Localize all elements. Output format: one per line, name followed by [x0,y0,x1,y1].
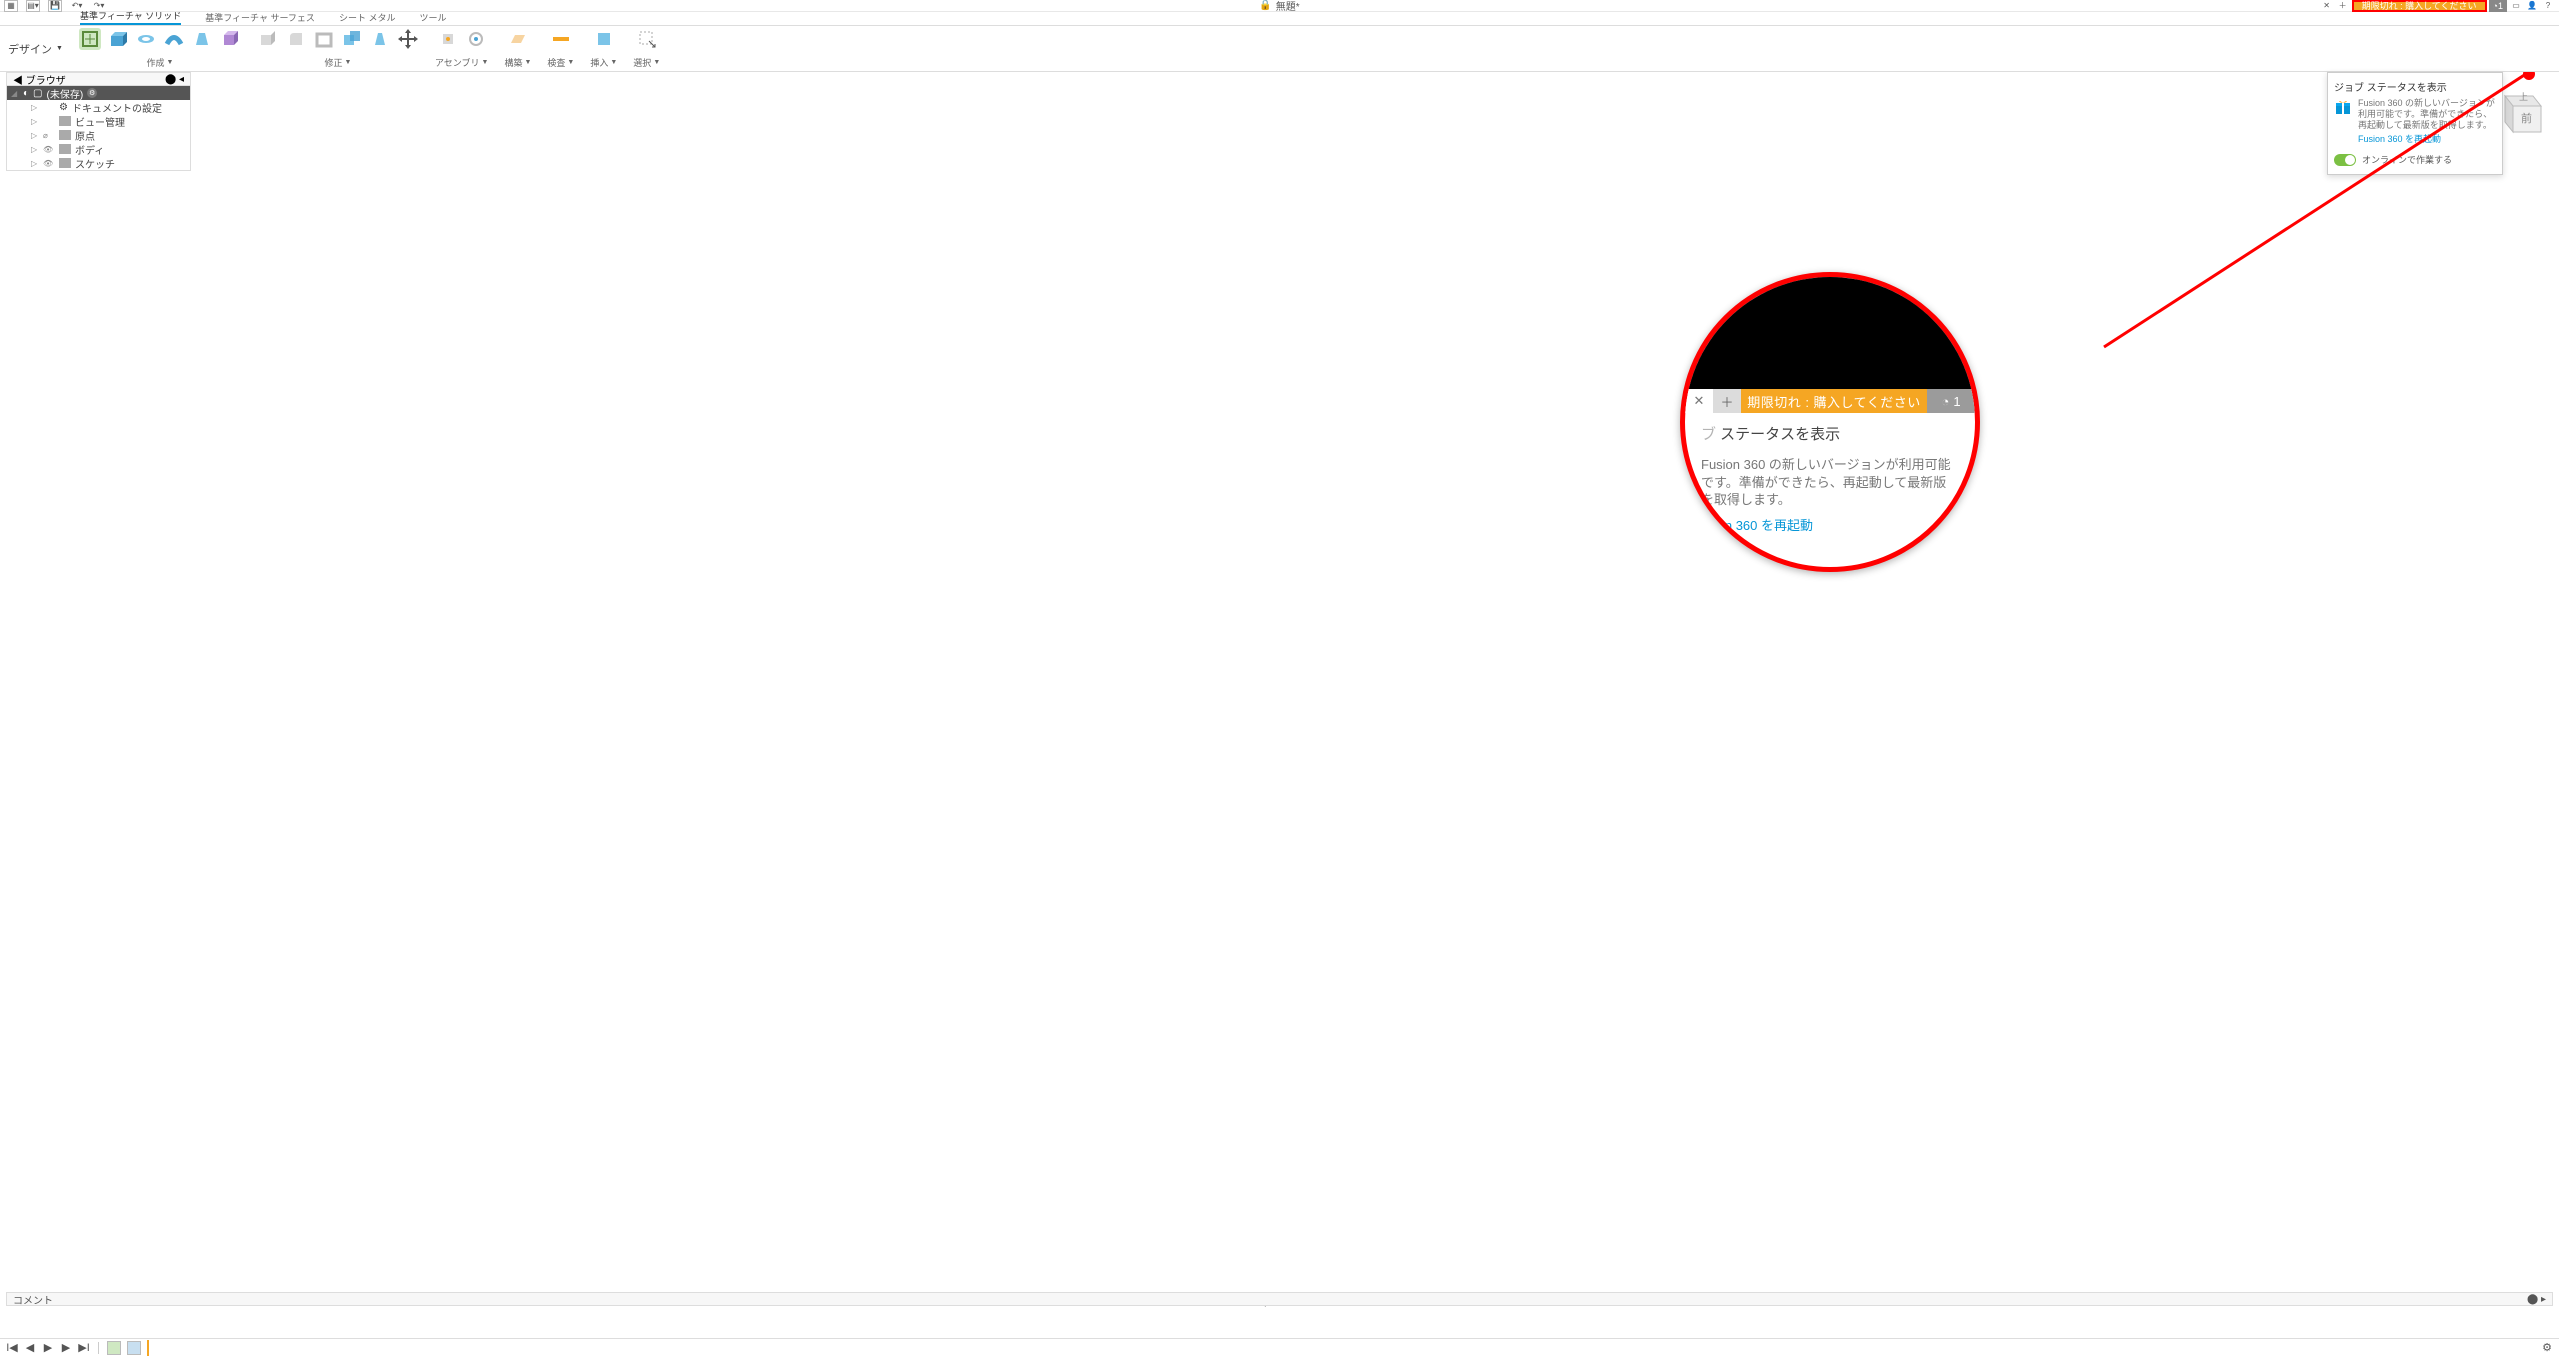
plane-icon[interactable] [507,28,529,50]
tree-bodies[interactable]: ▷👁ボディ [7,142,190,156]
sweep-icon[interactable] [163,28,185,50]
magnifier: ✕ ＋ 期限切れ : 購入してください ◔ 1 ブ ステータスを表示 Fusio… [1680,272,1980,572]
group-modify-label: 修正 [324,56,342,69]
lock-icon: 🔒 [1259,0,1271,11]
cube-body [1100,560,1330,799]
main-area: ◀ ブラウザ ⬤ ◂ ◢◐▢ (未保存) ⚙ ▷⚙ドキュメントの設定 ▷ビュー管… [0,72,2559,1338]
document-title-text: 無題* [1276,0,1300,13]
mag-restart-link[interactable]: usion 360 を再起動 [1701,509,1959,534]
viewcube-front: 前 [2521,111,2532,125]
job-status-panel: ジョブ ステータスを表示 Fusion 360 の新しいバージョンが利用可能です… [2327,72,2503,175]
mag-expired-badge[interactable]: 期限切れ : 購入してください [1741,389,1927,413]
tree-root[interactable]: ◢◐▢ (未保存) ⚙ [7,86,190,100]
comments-expand-icon[interactable]: ⬤ ▸ [2527,1294,2546,1305]
browser-panel: ◀ ブラウザ ⬤ ◂ ◢◐▢ (未保存) ⚙ ▷⚙ドキュメントの設定 ▷ビュー管… [6,72,191,171]
tab-solid[interactable]: 基準フィーチャ ソリッド [80,9,181,25]
group-select: 選択▼ [625,26,668,71]
comments-bar[interactable]: コメント ⬤ ▸ [6,1292,2553,1306]
timeline-back-icon[interactable]: ◀ [24,1341,36,1354]
file-menu-icon[interactable]: ▤▾ [26,0,40,12]
magnifier-dark [1685,277,1975,389]
tab-surface[interactable]: 基準フィーチャ サーフェス [205,11,315,25]
extrude-icon[interactable] [107,28,129,50]
tab-tools[interactable]: ツール [419,11,446,25]
tree-origin[interactable]: ▷⌀原点 [7,128,190,142]
group-construct: 構築▼ [496,26,539,71]
presspull-icon[interactable] [257,28,279,50]
browser-header[interactable]: ◀ ブラウザ ⬤ ◂ [6,72,191,86]
mag-body-text: Fusion 360 の新しいバージョンが利用可能です。準備ができたら、再起動し… [1701,444,1959,509]
tree-sketches[interactable]: ▷👁スケッチ [7,156,190,170]
group-inspect: 検査▼ [539,26,582,71]
workspace-switcher[interactable]: デザイン▼ [0,26,71,71]
select-icon[interactable] [636,28,658,50]
document-title: 🔒 無題* [1259,0,1299,13]
job-status-body: Fusion 360 の新しいバージョンが利用可能です。準備ができたら、再起動し… [2358,98,2496,130]
app-menu-icon[interactable]: ▦ [4,0,18,12]
save-icon[interactable]: 💾 [48,0,62,12]
joint-icon[interactable] [437,28,459,50]
group-create: 作成▼ [71,26,249,71]
box-icon[interactable] [219,28,241,50]
group-insert: 挿入▼ [582,26,625,71]
timeline-feature-extrude[interactable] [127,1341,141,1355]
group-create-label: 作成 [146,56,164,69]
help-icon[interactable]: ? [2541,0,2555,12]
browser-tree: ◢◐▢ (未保存) ⚙ ▷⚙ドキュメントの設定 ▷ビュー管理 ▷⌀原点 ▷👁ボデ… [6,86,191,171]
revolve-icon[interactable] [135,28,157,50]
user-icon[interactable]: 👤 [2525,0,2539,12]
loft-icon[interactable] [191,28,213,50]
joint-origin-icon[interactable] [465,28,487,50]
group-assemble: アセンブリ▼ [427,26,497,71]
mag-close-icon[interactable]: ✕ [1685,389,1713,413]
pin-icon[interactable]: ⬤ ◂ [165,74,184,85]
job-count-badge[interactable]: ◔ 1 [2489,0,2507,12]
timeline-settings-icon[interactable]: ⚙ [2541,1341,2553,1354]
mag-count-badge[interactable]: ◔ 1 [1927,389,1975,413]
mag-foot-text: で作業する [1701,534,1959,571]
timeline-play-icon[interactable]: ▶ [42,1341,54,1354]
gift-icon [2334,98,2352,116]
online-toggle-label: オンラインで作業する [2362,153,2452,166]
timeline: I◀ ◀ ▶ ▶ ▶I ⚙ [0,1338,2559,1356]
group-insert-label: 挿入 [590,56,608,69]
tree-views[interactable]: ▷ビュー管理 [7,114,190,128]
group-construct-label: 構築 [504,56,522,69]
viewcube-top: 上 [2519,92,2528,102]
insert-icon[interactable] [593,28,615,50]
tab-close-icon[interactable]: ✕ [2320,0,2334,12]
ribbon-tabs: 基準フィーチャ ソリッド 基準フィーチャ サーフェス シート メタル ツール [0,12,2559,26]
shell-icon[interactable] [313,28,335,50]
timeline-feature-sketch[interactable] [107,1341,121,1355]
tab-sheetmetal[interactable]: シート メタル [339,11,396,25]
move-icon[interactable] [397,28,419,50]
measure-icon[interactable] [550,28,572,50]
new-sketch-icon[interactable] [79,28,101,50]
tree-doc-settings[interactable]: ▷⚙ドキュメントの設定 [7,100,190,114]
comments-label: コメント [13,1292,53,1307]
fillet-icon[interactable] [285,28,307,50]
timeline-start-icon[interactable]: I◀ [6,1341,18,1354]
tab-add-icon[interactable]: ＋ [2336,0,2350,12]
viewport[interactable] [0,72,2559,1338]
mag-add-icon[interactable]: ＋ [1713,389,1741,413]
license-expired-badge[interactable]: 期限切れ : 購入してください [2352,0,2487,12]
restart-link[interactable]: Fusion 360 を再起動 [2358,130,2496,145]
workspace-label: デザイン [8,41,52,57]
mag-title: ブ ステータスを表示 [1701,423,1959,444]
group-inspect-label: 検査 [547,56,565,69]
group-select-label: 選択 [633,56,651,69]
timeline-marker[interactable] [147,1340,149,1356]
group-modify: 修正▼ [249,26,427,71]
job-status-title: ジョブ ステータスを表示 [2334,77,2496,98]
toolbar: デザイン▼ 作成▼ 修正▼ アセンブリ▼ [0,26,2559,72]
timeline-end-icon[interactable]: ▶I [78,1341,90,1354]
combine-icon[interactable] [341,28,363,50]
draft-icon[interactable] [369,28,391,50]
extensions-icon[interactable]: ▭ [2509,0,2523,12]
group-assemble-label: アセンブリ [435,56,480,69]
timeline-fwd-icon[interactable]: ▶ [60,1341,72,1354]
online-toggle[interactable] [2334,154,2356,166]
